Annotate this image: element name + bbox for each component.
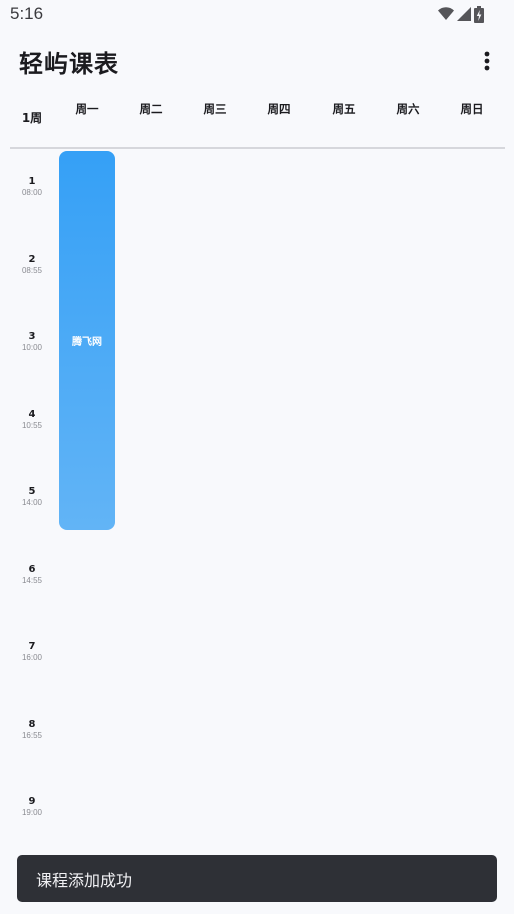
status-bar: 5:16 — [0, 0, 514, 28]
slot-time: 10:55 — [21, 420, 43, 430]
day-header-wed[interactable]: 周三 — [185, 92, 245, 126]
slot-number: 9 — [28, 796, 36, 807]
current-week-label[interactable]: 1周 — [10, 92, 54, 142]
more-vert-icon — [484, 51, 490, 71]
day-header-tue[interactable]: 周二 — [121, 92, 181, 126]
slot-time: 16:55 — [21, 730, 43, 740]
slot-number: 6 — [28, 563, 36, 575]
slot-number: 1 — [28, 176, 36, 187]
slot-time: 16:00 — [21, 653, 43, 662]
week-header: 1周 周一 周二 周三 周四 周五 周六 周日 — [0, 92, 514, 146]
day-header-sat[interactable]: 周六 — [378, 92, 438, 126]
snackbar: 课程添加成功 — [17, 855, 497, 902]
status-icons — [438, 5, 484, 23]
slot-number: 5 — [28, 486, 36, 497]
status-time: 5:16 — [10, 4, 44, 23]
more-options-button[interactable] — [472, 46, 502, 76]
slot-number: 2 — [28, 253, 36, 265]
time-slot: 3 10:00 — [10, 325, 54, 403]
signal-icon — [457, 7, 471, 21]
slot-number: 7 — [28, 641, 36, 652]
header-divider — [10, 147, 505, 149]
slot-number: 4 — [28, 408, 36, 420]
battery-charging-icon — [474, 5, 484, 23]
day-header-sun[interactable]: 周日 — [442, 92, 502, 126]
slot-time: 08:00 — [21, 188, 43, 197]
course-name: 腾飞网 — [72, 337, 102, 348]
snackbar-message: 课程添加成功 — [36, 870, 133, 890]
slot-number: 3 — [28, 331, 36, 342]
slot-time: 14:55 — [21, 575, 43, 585]
app-title: 轻屿课表 — [19, 50, 119, 78]
course-block[interactable]: 腾飞网 — [59, 151, 115, 530]
app-bar: 轻屿课表 — [0, 38, 514, 84]
time-slot: 1 08:00 — [10, 170, 54, 248]
time-slot: 2 08:55 — [10, 248, 54, 326]
time-slot-column: 1 08:00 2 08:55 3 10:00 4 10:55 5 14:00 … — [10, 170, 54, 868]
time-slot: 5 14:00 — [10, 480, 54, 558]
slot-time: 08:55 — [21, 265, 43, 275]
wifi-icon — [438, 7, 454, 20]
slot-time: 10:00 — [21, 343, 43, 352]
slot-number: 8 — [28, 718, 36, 730]
slot-time: 14:00 — [21, 498, 43, 507]
time-slot: 4 10:55 — [10, 403, 54, 481]
day-header-fri[interactable]: 周五 — [314, 92, 374, 126]
day-header-thu[interactable]: 周四 — [249, 92, 309, 126]
time-slot: 8 16:55 — [10, 713, 54, 791]
slot-time: 19:00 — [21, 808, 43, 817]
day-header-mon[interactable]: 周一 — [57, 92, 117, 126]
time-slot: 7 16:00 — [10, 635, 54, 713]
time-slot: 6 14:55 — [10, 558, 54, 636]
